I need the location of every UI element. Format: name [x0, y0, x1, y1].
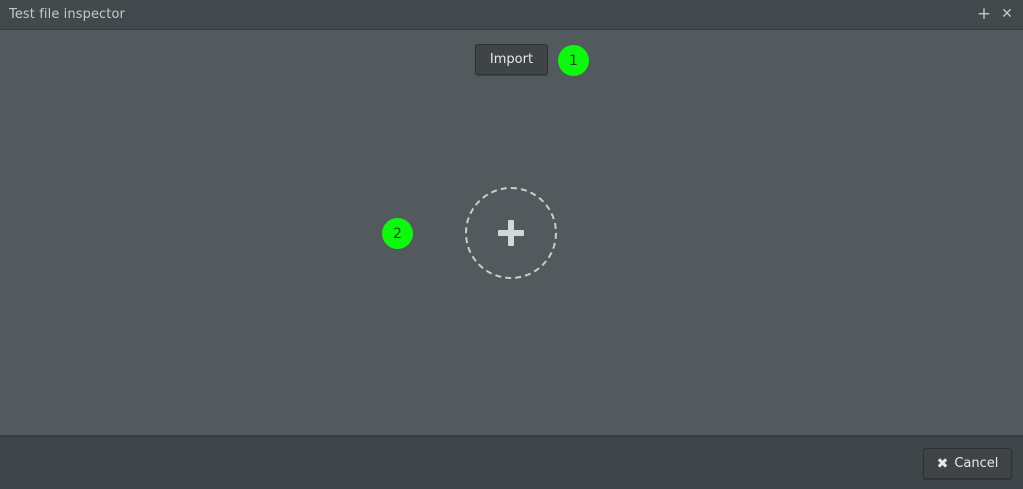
window-title: Test file inspector [9, 7, 125, 22]
close-icon[interactable]: ✕ [999, 5, 1015, 23]
dialog-window: Test file inspector + ✕ Import 1 2 ✖ Can… [0, 0, 1023, 489]
plus-icon [498, 220, 524, 246]
title-bar: Test file inspector + ✕ [0, 0, 1023, 30]
footer-bar: ✖ Cancel [0, 435, 1023, 489]
import-button[interactable]: Import [475, 44, 548, 75]
cancel-button-label: Cancel [954, 456, 999, 471]
cancel-icon: ✖ [936, 455, 949, 472]
import-button-label: Import [489, 52, 534, 67]
marker-badge-2: 2 [382, 218, 413, 249]
cancel-button[interactable]: ✖ Cancel [923, 448, 1012, 479]
add-icon[interactable]: + [976, 5, 992, 23]
content-area: Import 1 2 [0, 31, 1023, 435]
add-item-button[interactable] [465, 187, 557, 279]
marker-badge-1: 1 [558, 45, 589, 76]
